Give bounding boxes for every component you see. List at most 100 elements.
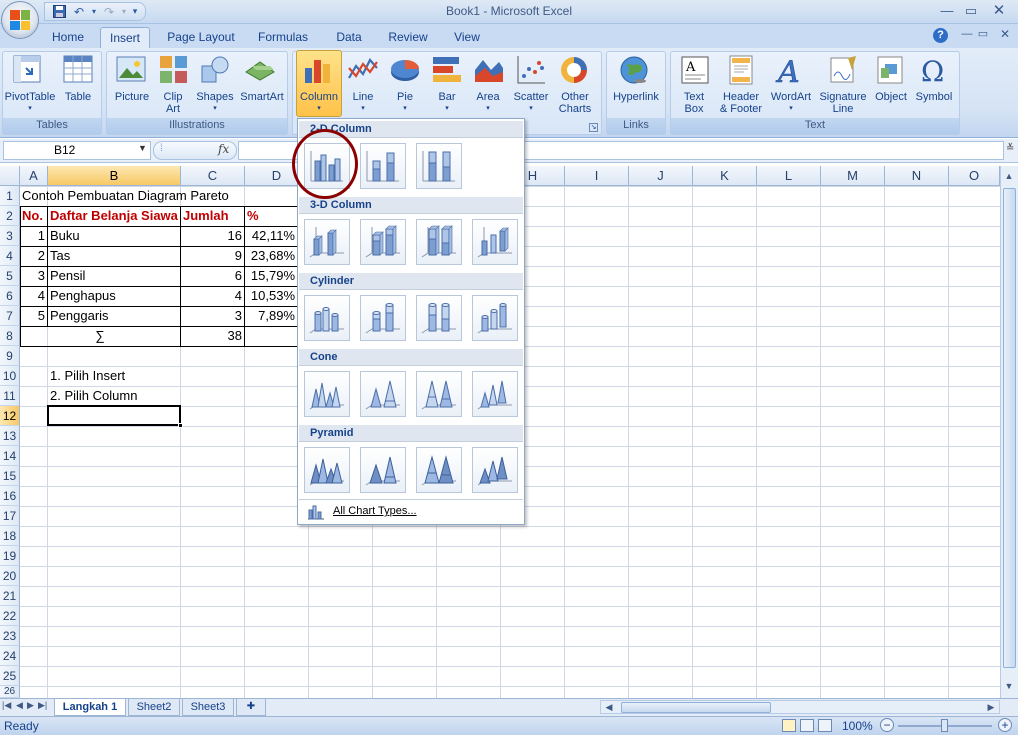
close-button[interactable]: ✕ <box>988 2 1010 20</box>
clip-art-button[interactable]: Clip Art <box>156 91 190 115</box>
cell-qty[interactable]: 9 <box>181 246 244 266</box>
column-button[interactable]: Column ▾ <box>296 91 342 115</box>
cell-qty[interactable]: 4 <box>181 286 244 306</box>
cell-pct[interactable]: 42,11% <box>245 226 297 246</box>
column-header-b[interactable]: B <box>48 166 181 186</box>
signature-line-button[interactable]: Signature Line <box>816 91 870 115</box>
scroll-left-icon[interactable]: ◀ <box>601 700 617 714</box>
name-box-dropdown-icon[interactable]: ▼ <box>138 143 147 153</box>
symbol-button[interactable]: Symbol <box>912 91 956 103</box>
row-header-25[interactable]: 25 <box>0 666 20 686</box>
cell-qty[interactable]: 3 <box>181 306 244 326</box>
row-header-12[interactable]: 12 <box>0 406 20 426</box>
customize-qat-icon[interactable]: ▾ <box>131 5 139 19</box>
object-button[interactable]: Object <box>872 91 910 103</box>
row-header-18[interactable]: 18 <box>0 526 20 546</box>
column-header-c[interactable]: C <box>181 166 245 186</box>
other-charts-button[interactable]: Other Charts <box>552 91 598 115</box>
horizontal-scrollbar[interactable]: ◀ ▶ <box>600 700 1000 714</box>
page-layout-view-icon[interactable] <box>800 719 814 732</box>
chart-clustered-pyramid[interactable] <box>304 447 350 493</box>
cell-total[interactable]: 38 <box>181 326 244 346</box>
fill-handle[interactable] <box>178 423 183 428</box>
cell-no[interactable]: 2 <box>20 246 47 266</box>
row-header-1[interactable]: 1 <box>0 186 20 206</box>
row-header-26[interactable]: 26 <box>0 686 20 698</box>
cell-no[interactable]: 3 <box>20 266 47 286</box>
shapes-button[interactable]: Shapes ▾ <box>193 91 237 115</box>
tab-data[interactable]: Data <box>326 27 372 48</box>
chart-3d-cone[interactable] <box>472 371 518 417</box>
cell-item[interactable]: Buku <box>48 226 180 246</box>
column-header-m[interactable]: M <box>821 166 885 186</box>
row-header-2[interactable]: 2 <box>0 206 20 226</box>
last-sheet-icon[interactable]: ▶| <box>38 700 47 711</box>
expand-formula-bar-icon[interactable]: ≚ <box>1006 143 1014 154</box>
tab-page-layout[interactable]: Page Layout <box>160 27 242 48</box>
row-header-5[interactable]: 5 <box>0 266 20 286</box>
header-footer-button[interactable]: Header & Footer <box>716 91 766 115</box>
tab-home[interactable]: Home <box>44 27 92 48</box>
row-header-15[interactable]: 15 <box>0 466 20 486</box>
cell-header-pct[interactable]: % <box>245 206 297 226</box>
vertical-scrollbar[interactable]: ▲ ▼ <box>1000 166 1018 698</box>
cell-no[interactable]: 5 <box>20 306 47 326</box>
row-header-22[interactable]: 22 <box>0 606 20 626</box>
row-header-14[interactable]: 14 <box>0 446 20 466</box>
row-header-3[interactable]: 3 <box>0 226 20 246</box>
chart-3d-clustered-column[interactable] <box>304 219 350 265</box>
chart-3d-pyramid[interactable] <box>472 447 518 493</box>
column-header-i[interactable]: I <box>565 166 629 186</box>
row-header-20[interactable]: 20 <box>0 566 20 586</box>
redo-icon[interactable]: ↷ <box>101 5 117 19</box>
column-header-o[interactable]: O <box>949 166 1000 186</box>
cell-item[interactable]: Pensil <box>48 266 180 286</box>
redo-dropdown-icon[interactable]: ▾ <box>121 5 127 19</box>
column-header-a[interactable]: A <box>20 166 48 186</box>
minimize-button[interactable]: — <box>936 2 958 20</box>
cell-no[interactable]: 1 <box>20 226 47 246</box>
picture-button[interactable]: Picture <box>110 91 154 103</box>
cell-pct[interactable]: 23,68% <box>245 246 297 266</box>
wordart-button[interactable]: WordArt ▾ <box>766 91 816 115</box>
cell-header-no[interactable]: No. <box>20 206 47 226</box>
chart-100-stacked-cone[interactable] <box>416 371 462 417</box>
chart-3d-cylinder[interactable] <box>472 295 518 341</box>
chart-stacked-column[interactable] <box>360 143 406 189</box>
sheet-tab-sheet3[interactable]: Sheet3 <box>182 699 234 716</box>
column-header-n[interactable]: N <box>885 166 949 186</box>
all-chart-types-item[interactable]: All Chart Types... <box>299 499 523 524</box>
chart-stacked-cylinder[interactable] <box>360 295 406 341</box>
prev-sheet-icon[interactable]: ◀ <box>16 700 23 711</box>
row-header-19[interactable]: 19 <box>0 546 20 566</box>
bar-button[interactable]: Bar ▾ <box>428 91 466 115</box>
scroll-up-icon[interactable]: ▲ <box>1001 168 1017 184</box>
pie-button[interactable]: Pie ▾ <box>386 91 424 115</box>
tab-insert[interactable]: Insert <box>100 27 150 48</box>
cell-pct[interactable]: 10,53% <box>245 286 297 306</box>
doc-close-button[interactable]: ✕ <box>994 25 1016 43</box>
row-header-10[interactable]: 10 <box>0 366 20 386</box>
cell-item[interactable]: Tas <box>48 246 180 266</box>
chart-clustered-cone[interactable] <box>304 371 350 417</box>
zoom-out-icon[interactable]: − <box>880 718 894 732</box>
chart-100-stacked-cylinder[interactable] <box>416 295 462 341</box>
chart-3d-stacked-column[interactable] <box>360 219 406 265</box>
area-button[interactable]: Area ▾ <box>469 91 507 115</box>
tab-review[interactable]: Review <box>382 27 434 48</box>
scroll-down-icon[interactable]: ▼ <box>1001 678 1017 694</box>
column-header-k[interactable]: K <box>693 166 757 186</box>
zoom-level[interactable]: 100% <box>842 719 873 733</box>
cell-item[interactable]: Penggaris <box>48 306 180 326</box>
office-button[interactable] <box>1 1 39 39</box>
chart-stacked-cone[interactable] <box>360 371 406 417</box>
text-box-button[interactable]: Text Box <box>674 91 714 115</box>
vertical-scroll-thumb[interactable] <box>1003 188 1016 668</box>
cell-pct[interactable]: 15,79% <box>245 266 297 286</box>
cell-header-item[interactable]: Daftar Belanja Siawa <box>48 206 180 226</box>
cell-pct[interactable]: 7,89% <box>245 306 297 326</box>
row-header-21[interactable]: 21 <box>0 586 20 606</box>
sheet-tab-sheet2[interactable]: Sheet2 <box>128 699 180 716</box>
normal-view-icon[interactable] <box>782 719 796 732</box>
chart-stacked-pyramid[interactable] <box>360 447 406 493</box>
